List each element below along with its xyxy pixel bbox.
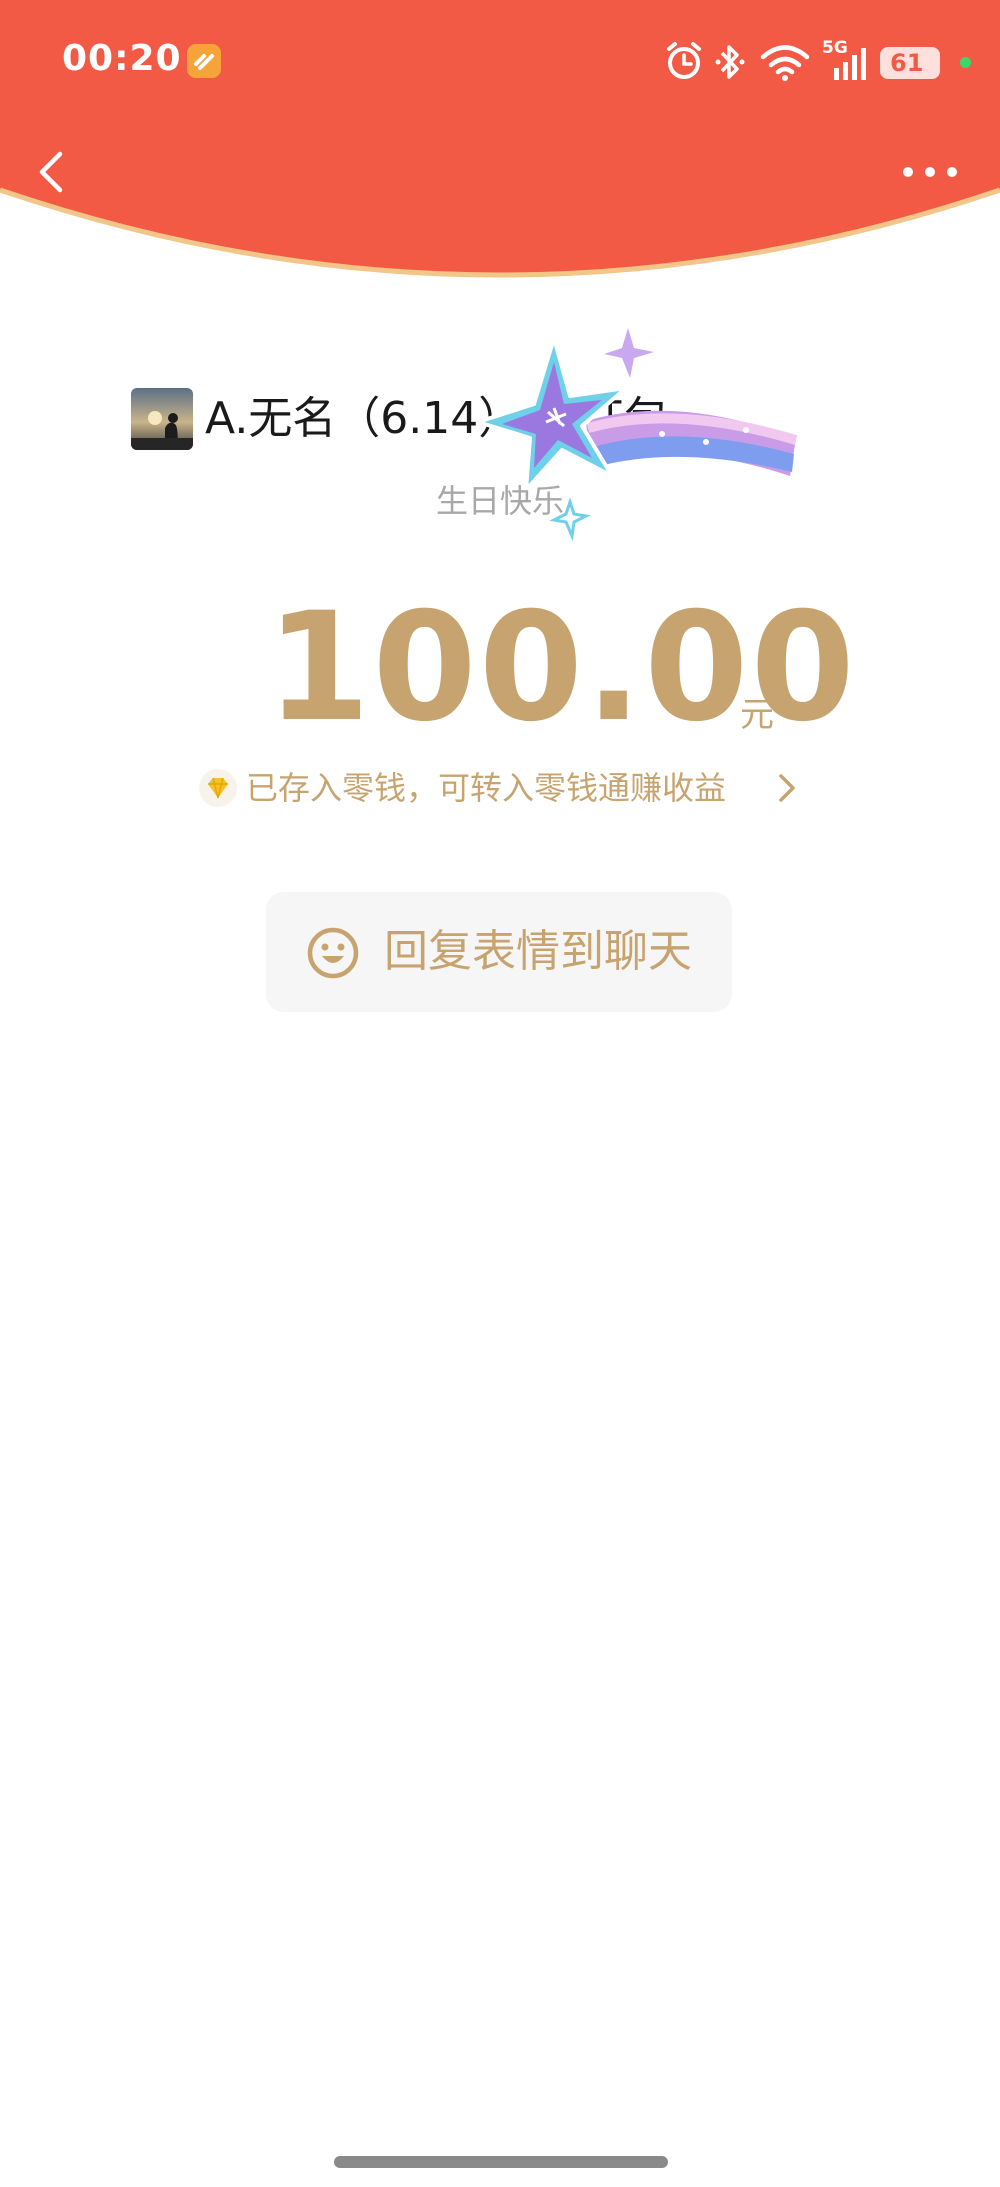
blessing-message: 生日快乐 bbox=[435, 482, 564, 520]
chevron-right-icon bbox=[779, 774, 795, 802]
smiley-icon bbox=[307, 927, 359, 979]
alarm-icon bbox=[667, 42, 701, 79]
charging-dot-icon bbox=[960, 57, 971, 68]
app-notification-icon bbox=[187, 44, 221, 78]
home-indicator-bar[interactable] bbox=[334, 2156, 668, 2168]
wallet-notice-link[interactable]: 已存入零钱，可转入零钱通赚收益 bbox=[0, 762, 1000, 814]
sender-avatar[interactable] bbox=[131, 388, 193, 450]
wallet-notice-text: 已存入零钱，可转入零钱通赚收益 bbox=[246, 769, 727, 807]
chevron-left-icon bbox=[39, 151, 63, 193]
status-bar: 00:20 5G 61 bbox=[0, 0, 1000, 120]
signal-bars-icon bbox=[834, 48, 866, 80]
back-button[interactable] bbox=[22, 140, 82, 204]
status-time: 00:20 bbox=[62, 38, 182, 79]
battery-level: 61 bbox=[890, 49, 924, 77]
more-options-button[interactable] bbox=[894, 152, 966, 192]
more-dots-icon bbox=[903, 167, 957, 177]
currency-unit: 元 bbox=[740, 695, 774, 735]
battery-indicator: 61 bbox=[880, 47, 940, 79]
diamond-icon bbox=[199, 769, 237, 807]
bluetooth-icon bbox=[715, 45, 745, 79]
reply-sticker-button[interactable]: 回复表情到聊天 bbox=[266, 892, 732, 1012]
amount-row: 100.00 元 bbox=[0, 588, 1000, 748]
wifi-icon bbox=[760, 45, 810, 81]
reply-button-label: 回复表情到聊天 bbox=[384, 926, 692, 977]
